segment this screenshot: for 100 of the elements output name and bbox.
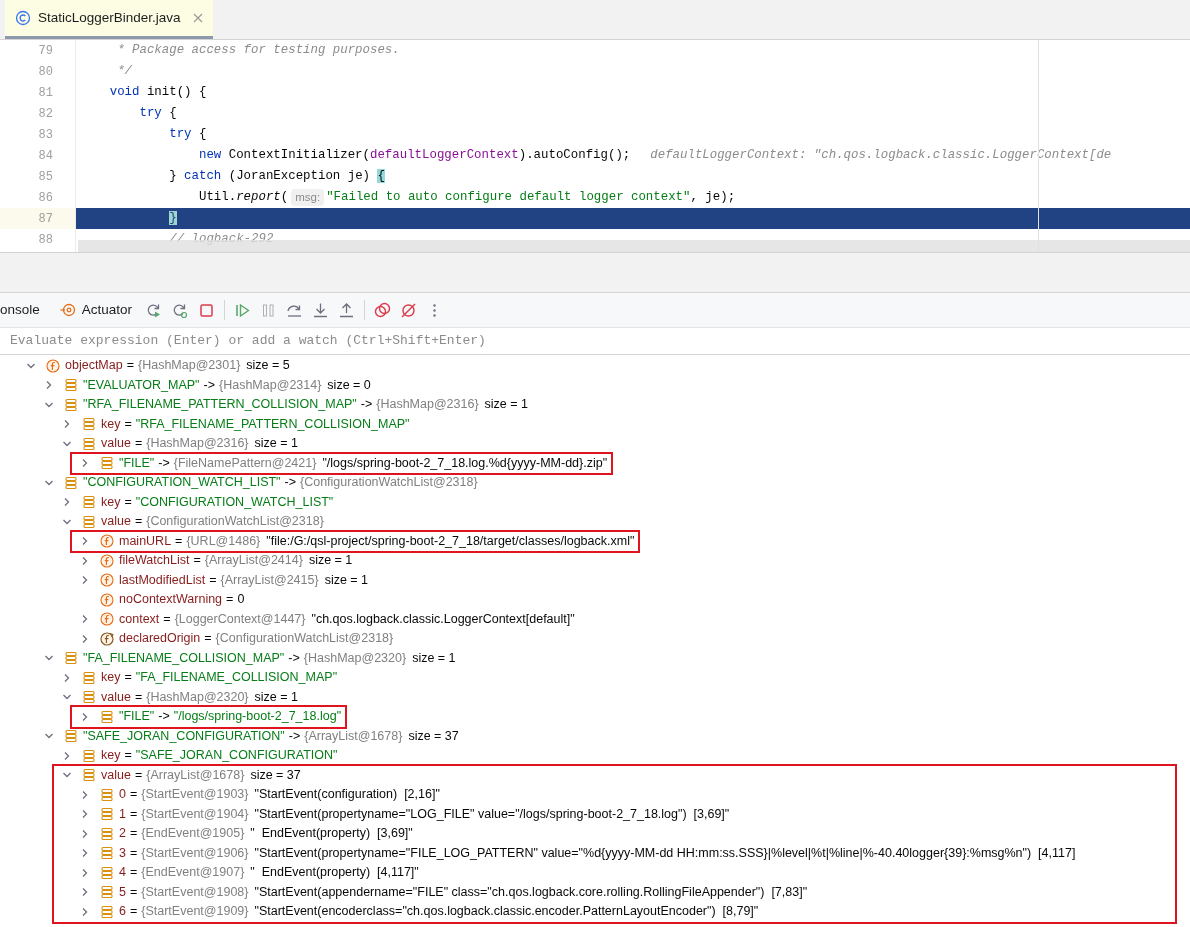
variable-text: key = "RFA_FILENAME_PATTERN_COLLISION_MAP" bbox=[101, 415, 410, 433]
variable-text: value = {ConfigurationWatchList@2318} bbox=[101, 513, 324, 531]
code-text: Util.report( bbox=[197, 189, 289, 207]
list-icon bbox=[100, 846, 114, 861]
chevron-right-icon[interactable] bbox=[80, 555, 90, 566]
chevron-right-icon[interactable] bbox=[80, 458, 90, 469]
variable-text: "FILE" -> "/logs/spring-boot-2_7_18.log" bbox=[119, 708, 342, 726]
list-icon bbox=[64, 378, 78, 393]
code-text: try { bbox=[138, 105, 177, 123]
evaluate-expression-field[interactable]: Evaluate expression (Enter) or add a watch (Ctrl+Shift+Enter) bbox=[10, 331, 1190, 351]
chevron-right-icon[interactable] bbox=[80, 536, 90, 547]
resume-icon[interactable] bbox=[234, 301, 252, 319]
variable-text: "SAFE_JORAN_CONFIGURATION" -> {ArrayList@1678} size = 37 bbox=[83, 727, 459, 745]
list-icon bbox=[100, 826, 114, 841]
panel-tab[interactable]: onsole bbox=[0, 293, 60, 327]
mute-breakpoints-icon[interactable] bbox=[400, 301, 418, 319]
variable-text: key = "CONFIGURATION_WATCH_LIST" bbox=[101, 493, 334, 511]
chevron-right-icon[interactable] bbox=[80, 711, 90, 722]
variable-text: 5 = {StartEvent@1908} "StartEvent(appendername="FILE" class="ch.qos.logback.core.rolling.RollingFileAppender") [7,83]" bbox=[119, 883, 808, 901]
chevron-right-icon[interactable] bbox=[62, 672, 72, 683]
code-text: "Failed to auto configure default logger context", je); bbox=[326, 189, 736, 207]
code-text: // logback-292 bbox=[168, 231, 274, 249]
line-number: 80 bbox=[38, 63, 53, 81]
chevron-right-icon[interactable] bbox=[80, 906, 90, 917]
variable-text: "FA_FILENAME_COLLISION_MAP" -> {HashMap@2320} size = 1 bbox=[83, 649, 456, 667]
step-out-icon[interactable] bbox=[338, 301, 356, 319]
list-icon bbox=[64, 475, 78, 490]
chevron-right-icon[interactable] bbox=[62, 497, 72, 508]
list-icon bbox=[82, 768, 96, 783]
chevron-right-icon[interactable] bbox=[44, 380, 54, 391]
field-icon bbox=[100, 631, 114, 646]
variable-text: value = {HashMap@2316} size = 1 bbox=[101, 435, 298, 453]
panel-tab[interactable]: Actuator bbox=[59, 293, 147, 327]
list-icon bbox=[82, 514, 96, 529]
code-text: void init() { bbox=[108, 84, 207, 102]
field-icon bbox=[100, 612, 114, 627]
list-icon bbox=[100, 865, 114, 880]
code-text: try { bbox=[168, 126, 207, 144]
stop-icon[interactable] bbox=[198, 301, 216, 319]
line-number: 81 bbox=[38, 84, 53, 102]
list-icon bbox=[82, 495, 96, 510]
chevron-right-icon[interactable] bbox=[62, 419, 72, 430]
variable-text: 4 = {EndEvent@1907} " EndEvent(property) [4,117]" bbox=[119, 864, 419, 882]
line-number: 82 bbox=[38, 105, 53, 123]
list-icon bbox=[64, 397, 78, 412]
list-icon bbox=[100, 807, 114, 822]
variable-text: "CONFIGURATION_WATCH_LIST" -> {ConfigurationWatchList@2318} bbox=[83, 474, 478, 492]
variable-text: "EVALUATOR_MAP" -> {HashMap@2314} size = 0 bbox=[83, 376, 371, 394]
variable-text: 3 = {StartEvent@1906} "StartEvent(propertyname="FILE_LOG_PATTERN" value="%d{yyyy-MM-dd HH:mm:ss.SSS}|%level|%t|%line|%-40.40logger{39}:%msg%n") [4,117] bbox=[119, 844, 1076, 862]
code-text: } bbox=[168, 210, 177, 228]
line-number: 85 bbox=[38, 168, 53, 186]
variable-text: value = {HashMap@2320} size = 1 bbox=[101, 688, 298, 706]
chevron-right-icon[interactable] bbox=[80, 789, 90, 800]
variable-text: fileWatchList = {ArrayList@2414} size = 1 bbox=[119, 552, 353, 570]
variable-text: "FILE" -> {FileNamePattern@2421} "/logs/spring-boot-2_7_18.log.%d{yyyy-MM-dd}.zip" bbox=[119, 454, 608, 472]
variable-text: 6 = {StartEvent@1909} "StartEvent(encoderclass="ch.qos.logback.classic.encoder.PatternLayoutEncoder") [8,79]" bbox=[119, 903, 759, 921]
field-icon bbox=[100, 553, 114, 568]
code-text: new ContextInitializer(defaultLoggerContext).autoConfig(); bbox=[197, 147, 631, 165]
chevron-right-icon[interactable] bbox=[80, 828, 90, 839]
chevron-right-icon[interactable] bbox=[80, 887, 90, 898]
rerun-tests-icon[interactable] bbox=[172, 301, 190, 319]
close-icon[interactable] bbox=[193, 13, 203, 23]
chevron-right-icon[interactable] bbox=[80, 867, 90, 878]
variable-text: "RFA_FILENAME_PATTERN_COLLISION_MAP" -> {HashMap@2316} size = 1 bbox=[83, 396, 528, 414]
variable-text: key = "FA_FILENAME_COLLISION_MAP" bbox=[101, 669, 338, 687]
variable-text: key = "SAFE_JORAN_CONFIGURATION" bbox=[101, 747, 338, 765]
chevron-right-icon[interactable] bbox=[80, 809, 90, 820]
chevron-right-icon[interactable] bbox=[80, 575, 90, 586]
variable-text: lastModifiedList = {ArrayList@2415} size = 1 bbox=[119, 571, 369, 589]
line-number: 84 bbox=[38, 147, 53, 165]
class-icon bbox=[15, 10, 31, 26]
variable-text: noContextWarning = 0 bbox=[119, 591, 245, 609]
list-icon bbox=[82, 436, 96, 451]
editor-tab[interactable]: StaticLoggerBinder.java bbox=[5, 0, 213, 39]
list-icon bbox=[64, 651, 78, 666]
field-icon bbox=[100, 573, 114, 588]
list-icon bbox=[100, 709, 114, 724]
line-number: 87 bbox=[38, 210, 53, 228]
variable-text: objectMap = {HashMap@2301} size = 5 bbox=[65, 357, 290, 375]
chevron-right-icon[interactable] bbox=[80, 614, 90, 625]
list-icon bbox=[82, 417, 96, 432]
code-text: * Package access for testing purposes. bbox=[116, 42, 400, 60]
variable-text: 0 = {StartEvent@1903} "StartEvent(configuration) [2,16]" bbox=[119, 786, 440, 804]
list-icon bbox=[82, 748, 96, 763]
line-number: 86 bbox=[38, 189, 53, 207]
actuator-icon bbox=[59, 302, 76, 318]
variable-text: 2 = {EndEvent@1905} " EndEvent(property) [3,69]" bbox=[119, 825, 413, 843]
parameter-hint: msg: bbox=[291, 188, 325, 207]
code-text: } catch (JoranException je) { bbox=[168, 168, 385, 186]
chevron-right-icon[interactable] bbox=[80, 633, 90, 644]
line-number: 83 bbox=[38, 126, 53, 144]
field-icon bbox=[100, 534, 114, 549]
breakpoints-icon[interactable] bbox=[374, 301, 392, 319]
chevron-right-icon[interactable] bbox=[80, 848, 90, 859]
line-number: 88 bbox=[38, 231, 53, 249]
chevron-right-icon[interactable] bbox=[62, 750, 72, 761]
list-icon bbox=[82, 690, 96, 705]
step-into-icon[interactable] bbox=[312, 301, 330, 319]
variable-text: context = {LoggerContext@1447} "ch.qos.logback.classic.LoggerContext[default]" bbox=[119, 610, 575, 628]
variable-text: value = {ArrayList@1678} size = 37 bbox=[101, 766, 301, 784]
